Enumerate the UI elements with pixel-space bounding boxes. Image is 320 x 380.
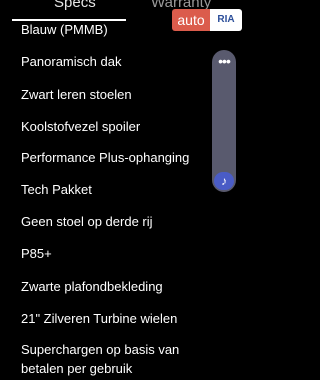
active-tab-indicator: [12, 19, 126, 21]
list-item: Zwarte plafondbekleding: [21, 279, 163, 294]
list-item: 21" Zilveren Turbine wielen: [21, 311, 178, 326]
list-item: Performance Plus-ophanging: [21, 150, 190, 165]
list-item: Blauw (PMMB): [21, 22, 108, 37]
logo-ria-text: RIA: [210, 9, 242, 31]
tab-specs[interactable]: Specs: [54, 0, 96, 11]
list-item: Zwart leren stoelen: [21, 87, 132, 102]
list-item: Tech Pakket: [21, 182, 92, 197]
logo-auto-text: auto: [172, 9, 210, 31]
list-item: Koolstofvezel spoiler: [21, 119, 141, 134]
music-note-icon[interactable]: ♪: [214, 172, 234, 190]
autoria-logo: auto RIA: [172, 9, 242, 31]
floating-scroll-control[interactable]: ••• ♪: [212, 50, 236, 192]
more-dots-icon[interactable]: •••: [212, 54, 236, 68]
list-item: Panoramisch dak: [21, 54, 122, 69]
list-item: Geen stoel op derde rij: [21, 214, 153, 229]
list-item: P85+: [21, 246, 52, 261]
list-item: Superchargen op basis van betalen per ge…: [21, 342, 180, 376]
